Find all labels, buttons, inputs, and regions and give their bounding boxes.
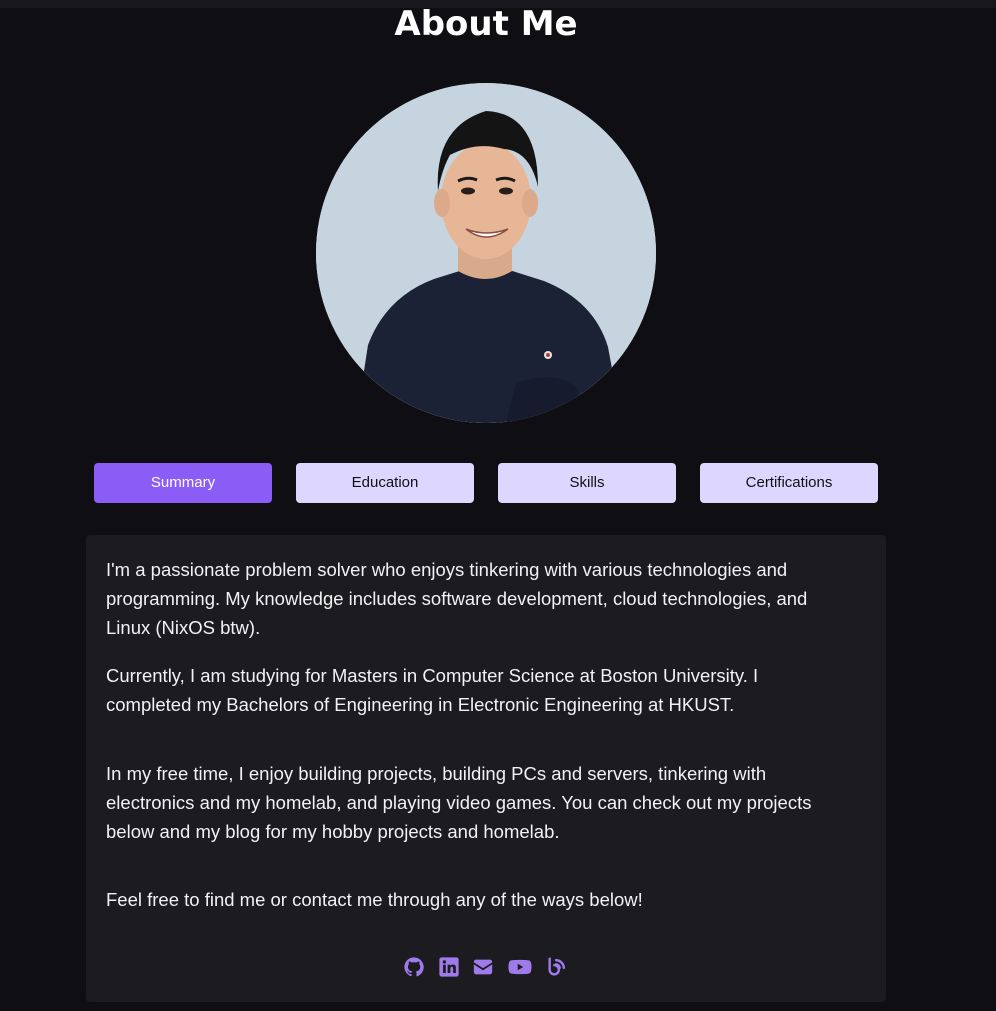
summary-paragraph-hobbies: In my free time, I enjoy building projec… bbox=[106, 763, 812, 842]
tab-skills[interactable]: Skills bbox=[498, 463, 676, 503]
page-title: About Me bbox=[394, 4, 578, 44]
about-tabs: Summary Education Skills Certifications bbox=[94, 463, 878, 503]
profile-photo bbox=[316, 83, 656, 423]
blog-icon[interactable] bbox=[546, 956, 568, 978]
avatar bbox=[316, 83, 656, 423]
envelope-icon[interactable] bbox=[472, 956, 494, 978]
tab-certifications[interactable]: Certifications bbox=[700, 463, 878, 503]
youtube-icon[interactable] bbox=[508, 956, 532, 978]
social-links bbox=[86, 956, 886, 980]
tab-education[interactable]: Education bbox=[296, 463, 474, 503]
summary-panel: I'm a passionate problem solver who enjo… bbox=[86, 535, 886, 1002]
summary-paragraph-contact: Feel free to find me or contact me throu… bbox=[106, 889, 643, 910]
summary-paragraph-intro: I'm a passionate problem solver who enjo… bbox=[106, 559, 808, 638]
summary-paragraph-education: Currently, I am studying for Masters in … bbox=[106, 665, 759, 715]
linkedin-icon[interactable] bbox=[438, 956, 460, 978]
github-icon[interactable] bbox=[403, 956, 425, 978]
tab-summary[interactable]: Summary bbox=[94, 463, 272, 503]
